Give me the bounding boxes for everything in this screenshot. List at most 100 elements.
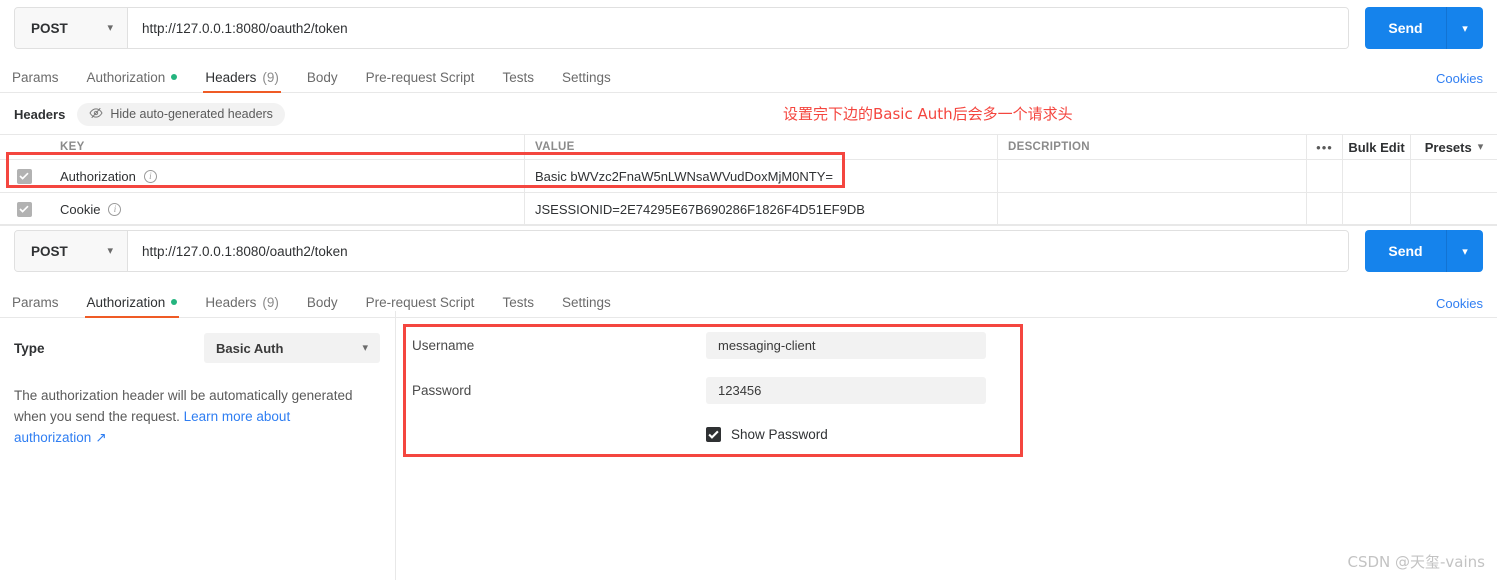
method-url-group-top: POST ▾ http://127.0.0.1:8080/oauth2/toke… [14,7,1349,49]
url-input-bottom[interactable]: http://127.0.0.1:8080/oauth2/token [128,231,1348,271]
tab-label: Tests [502,294,534,310]
info-icon[interactable]: i [143,169,157,183]
row-value-text: Basic bWVzc2FnaW5nLWNsaWVudDoxMjM0NTY= [535,168,833,184]
tab-label: Headers [205,69,257,85]
headers-subbar: Headers Hide auto-generated headers [0,99,1497,129]
row-description-cell[interactable] [998,160,1307,192]
row-value-text: JSESSIONID=2E74295E67B690286F1826F4D51EF… [535,201,865,217]
watermark: CSDN @天玺-vains [1347,553,1485,571]
tab-headers[interactable]: Headers (9) [191,62,293,93]
cookies-link-top[interactable]: Cookies [1436,71,1483,86]
table-row[interactable]: Cookie i JSESSIONID=2E74295E67B690286F18… [0,193,1497,226]
row-value-cell[interactable]: JSESSIONID=2E74295E67B690286F1826F4D51EF… [525,193,998,225]
show-password-checkbox[interactable] [706,427,721,442]
basic-auth-credentials: Username Password Show Password [404,323,1024,442]
panel-separator [0,224,1497,225]
headers-subbar-title: Headers [14,106,66,122]
password-input[interactable] [706,377,986,404]
modified-dot-icon [171,74,178,80]
send-button-bottom[interactable]: Send [1365,230,1447,272]
request-tabs-top: Params Authorization Headers (9) Body Pr… [0,61,1497,93]
auth-type-value: Basic Auth [216,340,284,356]
tab-label: Params [12,294,59,310]
postman-screenshot: POST ▾ http://127.0.0.1:8080/oauth2/toke… [0,0,1497,580]
username-row: Username [404,323,1024,368]
tab-label: Tests [502,69,534,85]
header-cell-description: DESCRIPTION [998,135,1307,159]
show-password-label[interactable]: Show Password [731,427,828,442]
tab-body[interactable]: Body [293,62,352,92]
chevron-down-icon: ▾ [107,244,113,257]
password-row: Password [404,368,1024,413]
column-title-value: VALUE [535,141,575,153]
external-link-arrow-icon[interactable]: ↗ [95,430,106,445]
send-options-caret-bottom[interactable]: ▾ [1447,230,1483,272]
tab-tests[interactable]: Tests [488,62,548,92]
tab-count: (9) [262,69,279,85]
tab-label: Authorization [86,69,166,85]
row-spacer-bulk [1343,193,1411,225]
row-description-cell[interactable] [998,193,1307,225]
tab-settings[interactable]: Settings [548,62,625,92]
column-title-description: DESCRIPTION [1008,141,1090,153]
tab-label: Params [12,69,59,85]
header-cell-checkbox [0,135,48,159]
checkbox-checked-icon [16,201,32,217]
password-label: Password [412,383,472,398]
row-checkbox-cookie[interactable] [0,193,48,225]
row-spacer-dots [1307,193,1343,225]
more-options-icon: ••• [1316,139,1333,155]
http-method-select-top[interactable]: POST ▾ [15,8,128,48]
row-key-cell[interactable]: Authorization i [48,160,525,192]
auth-help-text: The authorization header will be automat… [0,363,395,448]
username-input[interactable] [706,332,986,359]
method-url-group-bottom: POST ▾ http://127.0.0.1:8080/oauth2/toke… [14,230,1349,272]
bulk-edit-button[interactable]: Bulk Edit [1343,135,1411,159]
send-button-top[interactable]: Send [1365,7,1447,49]
tab-label: Body [306,69,338,85]
tab-label: Settings [561,294,611,310]
hide-auto-generated-headers-button[interactable]: Hide auto-generated headers [77,102,285,126]
presets-label: Presets [1424,139,1472,155]
info-icon[interactable]: i [108,202,122,216]
username-label: Username [412,338,475,353]
tab-label: Pre-request Script [365,69,475,85]
url-text: http://127.0.0.1:8080/oauth2/token [142,20,348,36]
modified-dot-icon [171,299,178,305]
presets-button[interactable]: Presets ▾ [1411,135,1497,159]
chevron-down-icon: ▾ [1477,140,1484,153]
request-bar-top: POST ▾ http://127.0.0.1:8080/oauth2/toke… [0,7,1497,49]
auth-type-label: Type [14,340,45,356]
send-group-top: Send ▾ [1365,7,1483,49]
cookies-link-bottom[interactable]: Cookies [1436,296,1483,311]
url-input-top[interactable]: http://127.0.0.1:8080/oauth2/token [128,8,1348,48]
http-method-label: POST [31,243,68,259]
row-spacer-presets [1411,160,1497,192]
row-key-cell[interactable]: Cookie i [48,193,525,225]
table-more-options-button[interactable]: ••• [1307,135,1343,159]
tab-authorization[interactable]: Authorization [73,62,192,92]
hide-auto-generated-headers-label: Hide auto-generated headers [110,107,273,121]
header-cell-value: VALUE [525,135,998,159]
row-spacer-dots [1307,160,1343,192]
tab-pre-request-script[interactable]: Pre-request Script [352,62,489,92]
table-row[interactable]: Authorization i Basic bWVzc2FnaW5nLWNsaW… [0,160,1497,193]
auth-type-select[interactable]: Basic Auth ▾ [204,333,380,363]
send-options-caret-top[interactable]: ▾ [1447,7,1483,49]
tab-label: Authorization [86,294,166,310]
row-value-cell[interactable]: Basic bWVzc2FnaW5nLWNsaWVudDoxMjM0NTY= [525,160,998,192]
http-method-label: POST [31,20,68,36]
show-password-row[interactable]: Show Password [404,427,1024,442]
chevron-down-icon: ▾ [107,21,113,34]
send-group-bottom: Send ▾ [1365,230,1483,272]
http-method-select-bottom[interactable]: POST ▾ [15,231,128,271]
row-checkbox-authorization[interactable] [0,160,48,192]
column-title-key: KEY [60,141,85,153]
top-request-panel: POST ▾ http://127.0.0.1:8080/oauth2/toke… [0,0,1497,226]
tab-label: Headers [205,294,257,310]
tab-params[interactable]: Params [0,62,73,92]
annotation-note-text: 设置完下边的Basic Auth后会多一个请求头 [783,105,1073,123]
tab-label: Pre-request Script [365,294,475,310]
auth-type-row: Type Basic Auth ▾ [0,311,395,363]
row-key-text: Cookie [60,201,101,217]
